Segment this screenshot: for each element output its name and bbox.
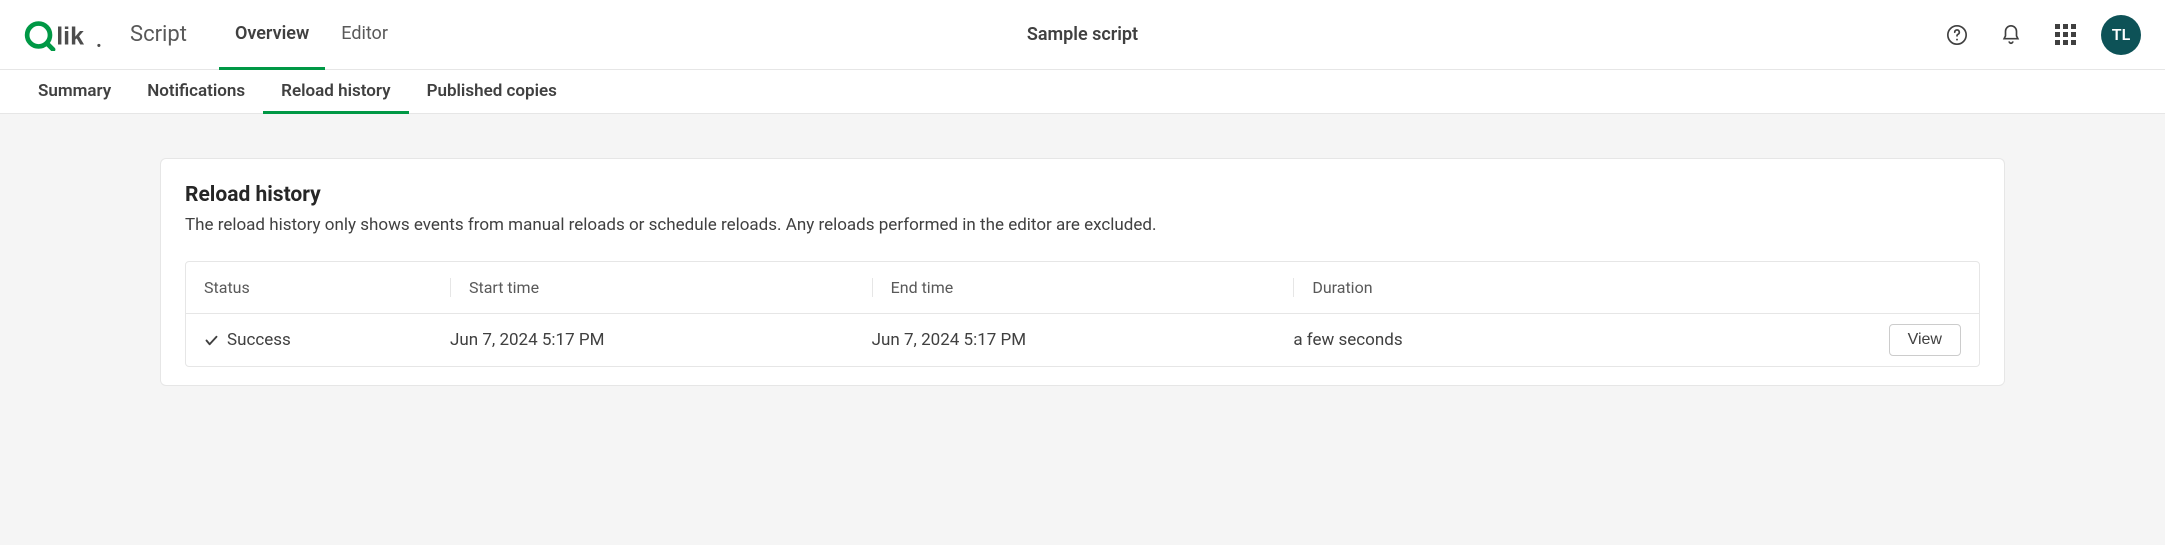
cell-status-text: Success: [227, 330, 291, 350]
reload-history-table: Status Start time End time Duration Succ…: [185, 261, 1980, 367]
view-button[interactable]: View: [1889, 324, 1961, 356]
col-header-status: Status: [204, 278, 450, 297]
subtab-summary[interactable]: Summary: [20, 70, 129, 114]
subtab-notifications[interactable]: Notifications: [129, 70, 263, 114]
check-icon: [204, 333, 219, 348]
svg-text:lik: lik: [56, 22, 84, 50]
subtab-summary-label: Summary: [38, 81, 111, 101]
avatar-initials: TL: [2112, 25, 2130, 44]
card-description: The reload history only shows events fro…: [185, 215, 1980, 235]
apps-grid-icon[interactable]: [2047, 17, 2083, 53]
subtab-published-copies[interactable]: Published copies: [409, 70, 575, 114]
table-row: Success Jun 7, 2024 5:17 PM Jun 7, 2024 …: [186, 314, 1979, 366]
tab-editor[interactable]: Editor: [325, 0, 404, 70]
page-title: Sample script: [1027, 24, 1138, 45]
help-icon[interactable]: [1939, 17, 1975, 53]
topbar-right: TL: [1939, 15, 2141, 55]
subtab-reload-history-label: Reload history: [281, 81, 390, 101]
cell-end-time: Jun 7, 2024 5:17 PM: [872, 330, 1294, 350]
subtab-published-copies-label: Published copies: [427, 81, 557, 101]
tab-overview[interactable]: Overview: [219, 0, 325, 70]
bell-icon[interactable]: [1993, 17, 2029, 53]
cell-duration: a few seconds: [1293, 330, 1609, 350]
cell-actions: View: [1610, 324, 1961, 356]
table-header-row: Status Start time End time Duration: [186, 262, 1979, 314]
cell-start-time: Jun 7, 2024 5:17 PM: [450, 330, 872, 350]
tab-overview-label: Overview: [235, 23, 309, 44]
primary-tabs: Overview Editor: [219, 0, 404, 70]
avatar[interactable]: TL: [2101, 15, 2141, 55]
brand-logo[interactable]: lik: [24, 19, 102, 51]
card-title: Reload history: [185, 183, 1980, 207]
col-header-duration: Duration: [1293, 278, 1609, 297]
topbar: lik Script Overview Editor Sample script: [0, 0, 2165, 70]
col-header-end: End time: [872, 278, 1294, 297]
subtab-notifications-label: Notifications: [147, 81, 245, 101]
cell-status: Success: [204, 330, 450, 350]
reload-history-card: Reload history The reload history only s…: [160, 158, 2005, 386]
content-area: Reload history The reload history only s…: [0, 114, 2165, 386]
app-label: Script: [130, 22, 187, 47]
col-header-start: Start time: [450, 278, 872, 297]
subnav: Summary Notifications Reload history Pub…: [0, 70, 2165, 114]
tab-editor-label: Editor: [341, 23, 388, 44]
subtab-reload-history[interactable]: Reload history: [263, 70, 408, 114]
